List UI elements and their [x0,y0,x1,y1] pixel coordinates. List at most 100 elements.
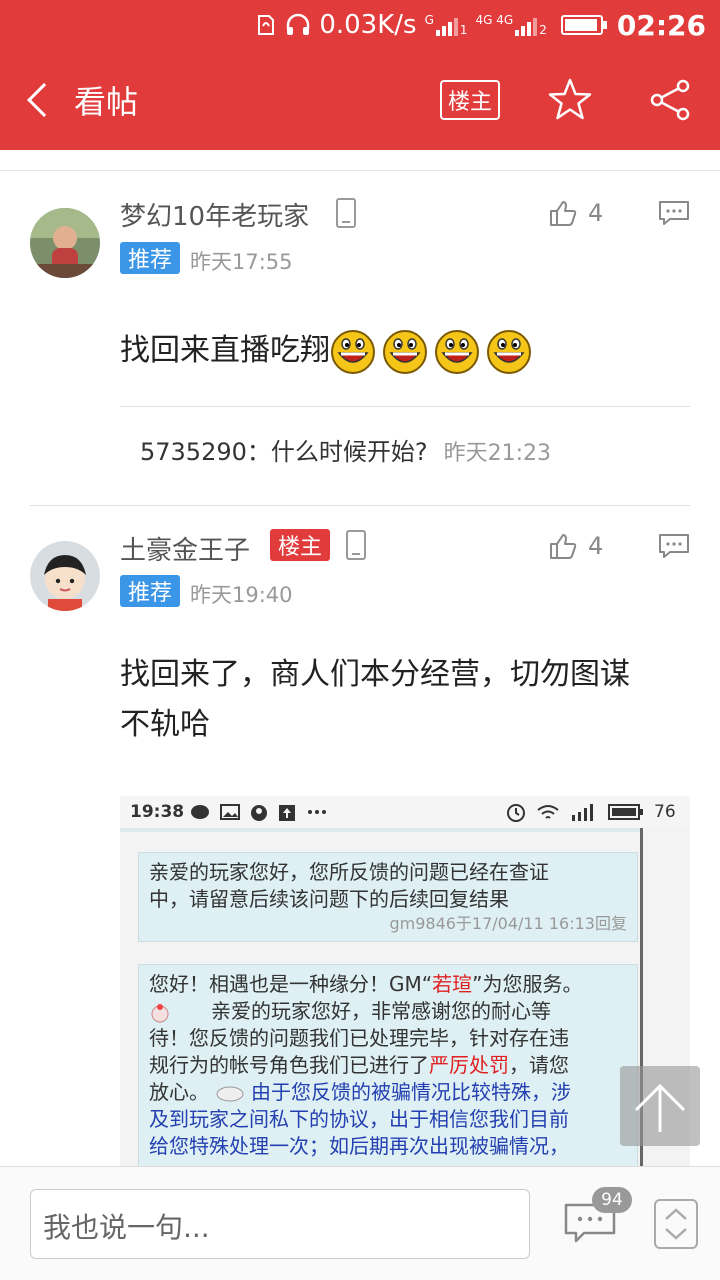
post-time: 昨天17:55 [190,250,293,274]
comment-count-badge: 94 [592,1187,632,1213]
avatar[interactable] [30,541,100,611]
chick-emoji-icon [151,1003,169,1022]
message-line: 规行为的帐号角色我们已进行了严厉处罚，请您 [149,1052,627,1079]
sub-reply-text: 什么时候开始? [270,438,428,466]
message-line: 亲爱的玩家您好，非常感谢您的耐心等 [149,998,627,1025]
mobile-device-icon [336,198,356,228]
comment-icon[interactable] [658,533,690,559]
mobile-device-icon [346,530,366,560]
image-battery-level: 76 [654,802,676,822]
clock: 02:26 [616,8,706,42]
avatar[interactable] [30,208,100,278]
headphones-icon [287,13,310,35]
divider [120,406,690,407]
signal-icon [572,804,593,821]
sub-reply-author: 5735290 [140,438,247,466]
favorite-star-icon[interactable] [546,76,594,124]
grin-emoji-icon [487,329,531,374]
recommend-badge: 推荐 [120,575,180,607]
share-icon[interactable] [646,76,694,124]
gm-message: 您好！相遇也是一种缘分！GM“若瑄”为您服务。 亲爱的玩家您好，非常感谢您的耐心… [138,964,638,1166]
chevron-up-down-icon [665,1208,687,1240]
post-content: 找回来了，商人们本分经营，切勿图谋 不轨哈 [120,650,680,750]
divider [30,505,690,506]
sim1-label: G [424,13,434,27]
comment-icon[interactable] [658,200,690,226]
sub-reply-time: 昨天21:23 [443,441,552,466]
divider [0,170,720,171]
message-text: 放心。 [149,1080,209,1104]
grin-emoji-icon [331,329,375,374]
signal-icon-sim2 [515,14,538,36]
username[interactable]: 梦幻10年老玩家 [120,196,309,233]
scroll-to-top-button[interactable] [620,1066,700,1146]
notification-icon [258,15,275,35]
message-footer: gm9846于17/04/11 16:13回复 [389,914,627,933]
user-icon [251,805,267,821]
emoji-row [330,329,538,374]
battery-icon [608,804,643,820]
username[interactable]: 土豪金王子 [120,530,250,567]
message-line: 中，请留意后续该问题下的后续回复结果 [149,887,509,911]
post-text: 找回来直播吃翔 [120,333,330,368]
like-button[interactable]: 4 [548,198,603,228]
sim2-slot: 2 [539,23,547,37]
grin-emoji-icon [383,329,427,374]
wifi-icon [537,805,559,819]
recommend-badge: 推荐 [120,242,180,274]
back-button[interactable]: 看帖 [14,70,144,130]
more-icon [308,810,326,814]
message-line: 及到玩家之间私下的协议，出于相信您我们目前 [149,1107,569,1131]
image-time: 19:38 [130,802,185,822]
network-speed: 0.03K/s [319,10,417,40]
penalty-text: 严厉处罚 [429,1053,509,1077]
op-badge: 楼主 [270,529,330,561]
message-line: 您好！相遇也是一种缘分！GM“若瑄”为您服务。 [149,971,627,998]
arrow-up-icon [634,1083,686,1132]
grin-emoji-icon [435,329,479,374]
chat-icon [191,805,209,819]
bottom-bar: 我也说一句... 94 [0,1166,720,1280]
image-status-right: 76 [506,802,676,822]
like-count: 4 [588,532,604,560]
only-op-button[interactable]: 楼主 [440,80,500,120]
message-line: 放心。 由于您反馈的被骗情况比较特殊，涉 [149,1079,627,1106]
post-image[interactable]: 19:38 76 亲爱的玩家您好，您所反馈的问题已经在查证 中，请留意后续该问题… [120,796,690,1166]
like-button[interactable]: 4 [548,531,603,561]
battery-icon [560,15,607,35]
message-text: ”为您服务。 [472,972,583,996]
message-text: 亲爱的玩家您好，非常感谢您的耐心等 [211,999,551,1023]
message-text: ，请您 [509,1053,569,1077]
sim1-slot: 1 [459,23,468,37]
upload-icon [279,805,295,821]
face-emoji-icon [216,1086,244,1101]
status-bar: 0.03K/s G 1 4G 4G 2 02:26 [0,0,720,50]
message-line: 待！您反馈的问题我们已处理完毕，针对存在违 [149,1026,569,1050]
sub-reply-separator: ： [246,438,271,466]
page-nav-button[interactable] [654,1199,698,1249]
post-text-line: 找回来了，商人们本分经营，切勿图谋 [120,657,630,692]
divider [120,828,640,832]
image-status-bar: 19:38 76 [120,796,690,828]
reply-input[interactable]: 我也说一句... [30,1189,530,1259]
post-content: 找回来直播吃翔 [120,326,680,376]
sub-reply[interactable]: 5735290：什么时候开始? 昨天21:23 [140,432,551,467]
alarm-icon [507,804,525,822]
image-status-icons [190,804,328,822]
message-line: 亲爱的玩家您好，您所反馈的问题已经在查证 [149,860,549,884]
message-text: 由于您反馈的被骗情况比较特殊，涉 [251,1080,571,1104]
message-line: 给您特殊处理一次；如后期再次出现被骗情况， [149,1134,569,1158]
image-icon [220,804,240,820]
back-arrow-icon [27,83,61,117]
like-count: 4 [588,199,604,227]
sim2-label: 4G 4G [475,13,514,27]
post-text-line: 不轨哈 [120,707,210,742]
message-text: 规行为的帐号角色我们已进行了 [149,1053,429,1077]
app-header: 看帖 楼主 [0,50,720,150]
page-title: 看帖 [74,83,139,121]
post-time: 昨天19:40 [190,583,293,607]
thumbs-up-icon [550,534,577,559]
gm-message: 亲爱的玩家您好，您所反馈的问题已经在查证 中，请留意后续该问题下的后续回复结果 … [138,852,638,942]
gm-name: 若瑄 [432,972,473,996]
signal-icon-sim1 [435,14,458,36]
